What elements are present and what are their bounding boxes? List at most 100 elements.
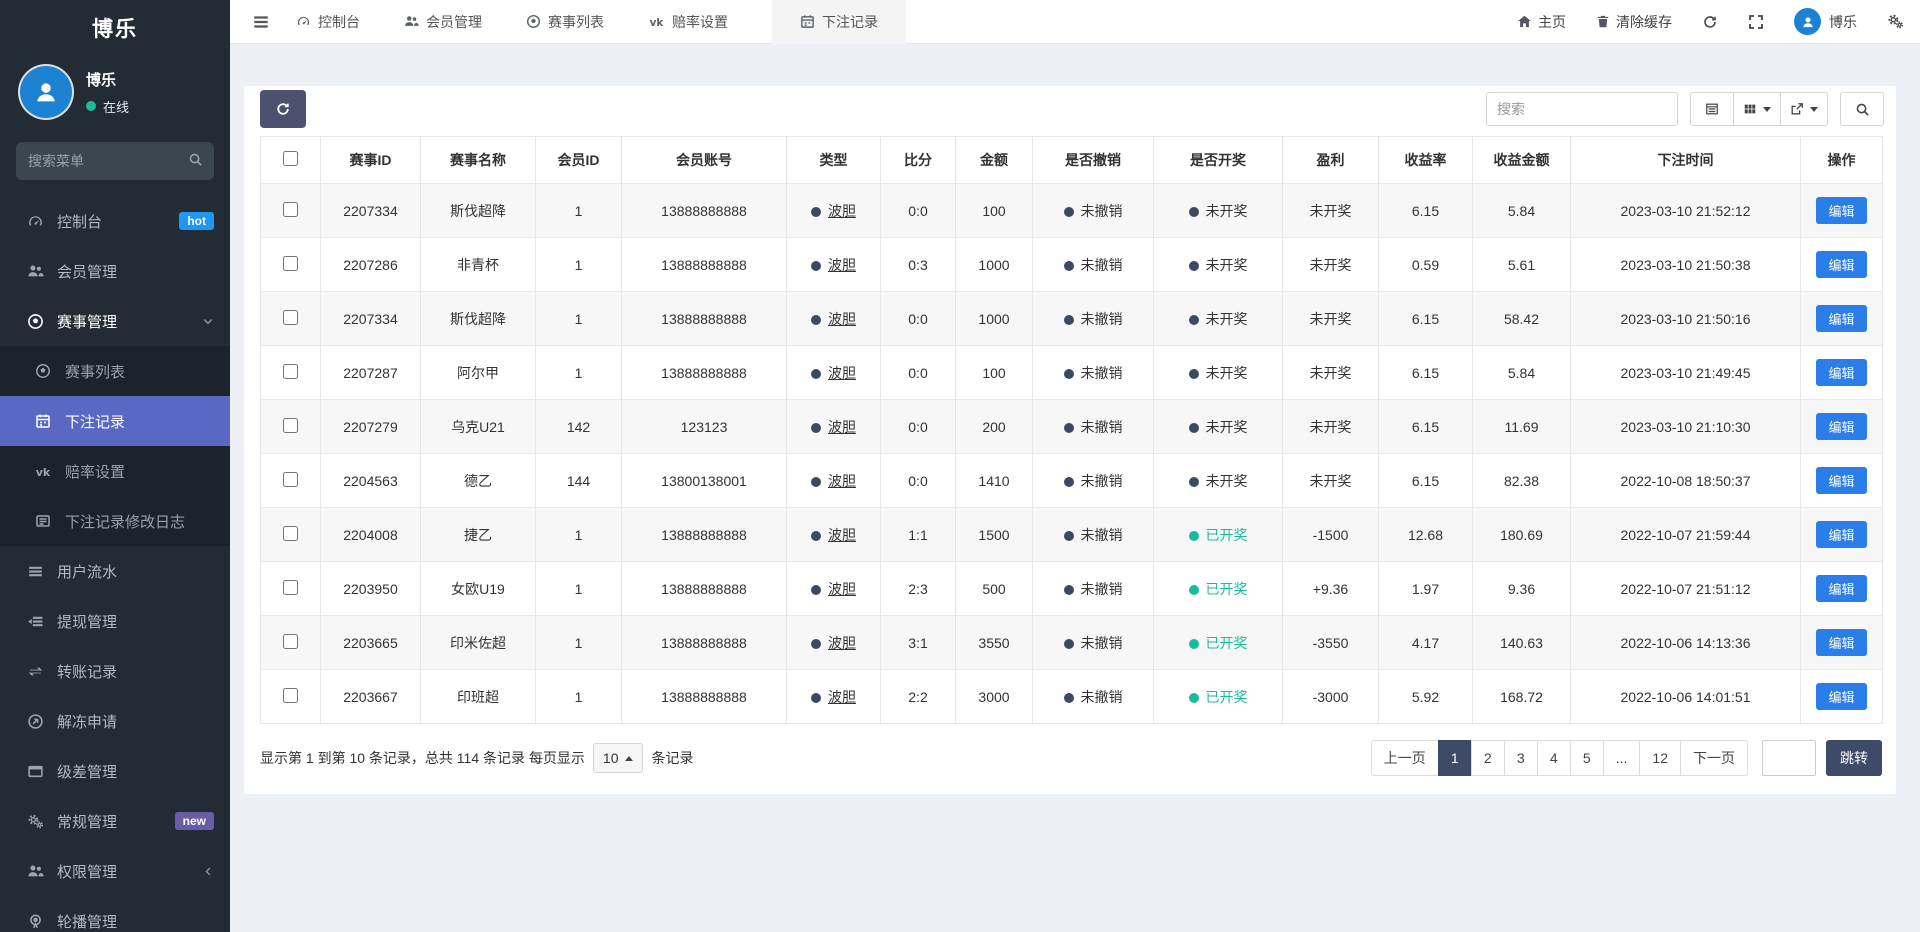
col-member-id: 会员ID xyxy=(535,136,622,184)
cell-profit: +9.36 xyxy=(1282,561,1379,616)
page-button[interactable]: 2 xyxy=(1470,740,1505,776)
page-button[interactable]: ... xyxy=(1602,740,1641,776)
row-checkbox[interactable] xyxy=(283,579,298,595)
edit-button[interactable]: 编辑 xyxy=(1816,683,1867,710)
sidebar-item-permissions[interactable]: 权限管理 xyxy=(0,846,230,896)
table-row: 2207287 阿尔甲 1 13888888888 波胆 0:0 100 未撤销… xyxy=(260,345,1883,400)
row-checkbox[interactable] xyxy=(283,633,298,649)
search-toggle-button[interactable] xyxy=(1840,92,1884,126)
row-checkbox[interactable] xyxy=(283,201,298,217)
tab-bet-records[interactable]: 下注记录 xyxy=(772,0,906,44)
row-checkbox[interactable] xyxy=(283,471,298,487)
cell-profit-rate: 4.17 xyxy=(1378,615,1473,670)
page-button[interactable]: 3 xyxy=(1503,740,1538,776)
row-select-cell xyxy=(260,615,321,670)
type-link[interactable]: 波胆 xyxy=(828,419,856,435)
export-button[interactable] xyxy=(1780,92,1828,126)
table-header-row: 赛事ID 赛事名称 会员ID 会员账号 类型 比分 金额 是否撤销 是否开奖 盈… xyxy=(260,136,1883,184)
toggle-view-button[interactable] xyxy=(1690,92,1734,126)
navbar-user-label: 博乐 xyxy=(1829,13,1857,30)
refresh-button[interactable] xyxy=(260,90,306,128)
sidebar-item-match-list[interactable]: 赛事列表 xyxy=(0,346,230,396)
sidebar-item-bet-log[interactable]: 下注记录修改日志 xyxy=(0,496,230,546)
type-link[interactable]: 波胆 xyxy=(828,311,856,327)
sidebar-item-withdraw[interactable]: 提现管理 xyxy=(0,596,230,646)
navbar-user[interactable]: 博乐 xyxy=(1794,8,1857,35)
home-link[interactable]: 主页 xyxy=(1517,12,1566,32)
tab-odds-settings[interactable]: vk 赔率设置 xyxy=(648,0,728,44)
sidebar-item-dashboard[interactable]: 控制台 hot xyxy=(0,196,230,246)
type-link[interactable]: 波胆 xyxy=(828,473,856,489)
type-link[interactable]: 波胆 xyxy=(828,257,856,273)
row-checkbox[interactable] xyxy=(283,363,298,379)
page-button[interactable]: 下一页 xyxy=(1680,740,1748,776)
sidebar-item-bet-records[interactable]: 下注记录 xyxy=(0,396,230,446)
cell-actions: 编辑 xyxy=(1800,183,1883,238)
type-link[interactable]: 波胆 xyxy=(828,689,856,705)
status-dot-icon xyxy=(1188,260,1199,271)
page-button[interactable]: 4 xyxy=(1536,740,1571,776)
tab-match-list[interactable]: 赛事列表 xyxy=(526,0,604,44)
edit-button[interactable]: 编辑 xyxy=(1816,521,1867,548)
columns-button[interactable] xyxy=(1733,92,1781,126)
tab-dashboard[interactable]: 控制台 xyxy=(296,0,360,44)
type-link[interactable]: 波胆 xyxy=(828,635,856,651)
edit-button[interactable]: 编辑 xyxy=(1816,251,1867,278)
sidebar-item-label: 轮播管理 xyxy=(57,913,118,931)
sidebar-item-odds-settings[interactable]: vk 赔率设置 xyxy=(0,446,230,496)
row-checkbox[interactable] xyxy=(283,309,298,325)
jump-page-input[interactable] xyxy=(1762,740,1816,776)
refresh-page-icon[interactable] xyxy=(1702,14,1718,30)
sidebar-item-user-flow[interactable]: 用户流水 xyxy=(0,546,230,596)
select-all-checkbox[interactable] xyxy=(283,151,298,166)
row-checkbox[interactable] xyxy=(283,255,298,271)
status-dot-icon xyxy=(1063,422,1074,433)
row-checkbox[interactable] xyxy=(283,687,298,703)
search-icon[interactable] xyxy=(188,152,203,167)
fullscreen-icon[interactable] xyxy=(1748,14,1764,30)
edit-button[interactable]: 编辑 xyxy=(1816,575,1867,602)
clear-cache-link[interactable]: 清除缓存 xyxy=(1596,12,1672,32)
edit-button[interactable]: 编辑 xyxy=(1816,359,1867,386)
pager: 上一页 1 2 3 4 5 ... 12 下一页 跳转 xyxy=(1370,740,1882,776)
type-dot-icon xyxy=(811,314,821,325)
cell-profit: 未开奖 xyxy=(1282,345,1379,400)
sidebar-item-unfreeze[interactable]: 解冻申请 xyxy=(0,696,230,746)
sidebar-item-carousel[interactable]: 轮播管理 xyxy=(0,896,230,932)
draw-status-label: 未开奖 xyxy=(1205,256,1248,273)
jump-button[interactable]: 跳转 xyxy=(1826,740,1882,776)
page-button[interactable]: 12 xyxy=(1639,740,1681,776)
table-search-input[interactable] xyxy=(1486,92,1678,126)
sidebar-search-input[interactable] xyxy=(16,142,214,180)
type-link[interactable]: 波胆 xyxy=(828,365,856,381)
type-link[interactable]: 波胆 xyxy=(828,581,856,597)
row-checkbox[interactable] xyxy=(283,417,298,433)
page-size-dropdown[interactable]: 10 xyxy=(592,743,644,773)
edit-button[interactable]: 编辑 xyxy=(1816,305,1867,332)
page-button[interactable]: 上一页 xyxy=(1370,740,1439,776)
cell-type: 波胆 xyxy=(786,345,881,400)
cell-profit: 未开奖 xyxy=(1282,453,1379,508)
type-link[interactable]: 波胆 xyxy=(828,203,856,219)
gauge-icon xyxy=(26,213,44,230)
sidebar-item-matches[interactable]: 赛事管理 xyxy=(0,296,230,346)
sidebar-item-members[interactable]: 会员管理 xyxy=(0,246,230,296)
cell-actions: 编辑 xyxy=(1800,453,1883,508)
edit-button[interactable]: 编辑 xyxy=(1816,413,1867,440)
hamburger-icon[interactable] xyxy=(252,13,270,31)
row-checkbox[interactable] xyxy=(283,525,298,541)
edit-button[interactable]: 编辑 xyxy=(1816,467,1867,494)
tab-members[interactable]: 会员管理 xyxy=(404,0,482,44)
sidebar-item-level[interactable]: 级差管理 xyxy=(0,746,230,796)
edit-button[interactable]: 编辑 xyxy=(1816,629,1867,656)
cell-member-id: 1 xyxy=(535,291,622,346)
sidebar-item-general[interactable]: 常规管理 new xyxy=(0,796,230,846)
page-button[interactable]: 1 xyxy=(1437,740,1472,776)
page-button[interactable]: 5 xyxy=(1569,740,1604,776)
bet-records-table: 赛事ID 赛事名称 会员ID 会员账号 类型 比分 金额 是否撤销 是否开奖 盈… xyxy=(260,136,1883,724)
sidebar-item-transfer[interactable]: 转账记录 xyxy=(0,646,230,696)
settings-gears-icon[interactable] xyxy=(1887,13,1904,30)
edit-button[interactable]: 编辑 xyxy=(1816,197,1867,224)
type-link[interactable]: 波胆 xyxy=(828,527,856,543)
users-icon xyxy=(26,263,44,280)
